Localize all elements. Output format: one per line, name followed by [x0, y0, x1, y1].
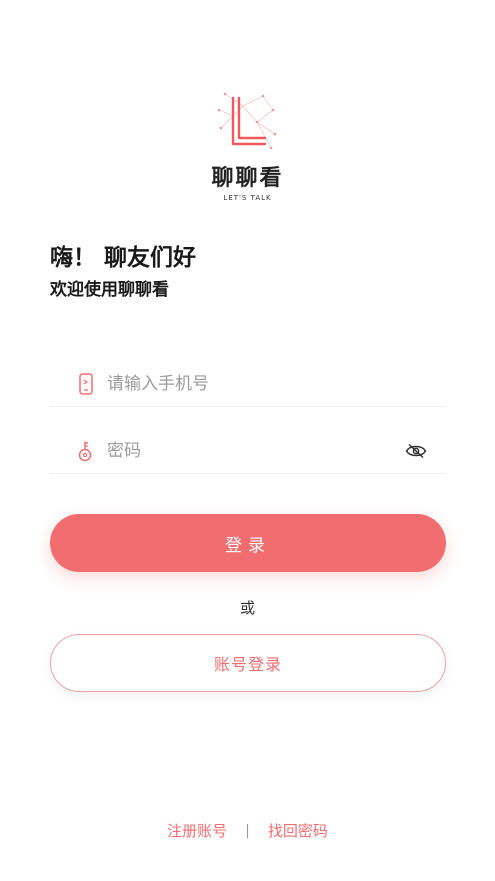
login-button[interactable]: 登录 — [50, 514, 446, 572]
eye-hidden-icon[interactable] — [404, 439, 428, 463]
register-link[interactable]: 注册账号 — [167, 820, 227, 841]
greeting-subtitle: 欢迎使用聊聊看 — [50, 280, 169, 300]
password-input[interactable] — [107, 441, 404, 461]
greeting: 嗨！ 聊友们好 欢迎使用聊聊看 — [50, 243, 196, 300]
footer-divider: | — [245, 822, 250, 839]
phone-icon — [77, 372, 95, 396]
forgot-password-link[interactable]: 找回密码 — [268, 820, 328, 841]
phone-field[interactable] — [50, 362, 446, 407]
footer-links: 注册账号 | 找回密码 — [0, 820, 495, 841]
phone-input[interactable] — [107, 374, 446, 394]
key-icon — [77, 439, 95, 463]
brand-name: 聊聊看 — [211, 166, 284, 191]
greeting-title: 嗨！ 聊友们好 — [50, 245, 197, 271]
account-login-button[interactable]: 账号登录 — [50, 634, 446, 692]
login-screen: 聊聊看 LET'S TALK 嗨！ 聊友们好 欢迎使用聊聊看 请输入手机号 登录… — [0, 0, 495, 881]
brand-tagline: LET'S TALK — [223, 194, 272, 202]
brand-logo: 聊聊看 LET'S TALK — [0, 88, 495, 202]
or-separator: 或 — [239, 599, 255, 617]
password-field[interactable] — [50, 429, 446, 474]
logo-mark-icon — [217, 92, 276, 150]
